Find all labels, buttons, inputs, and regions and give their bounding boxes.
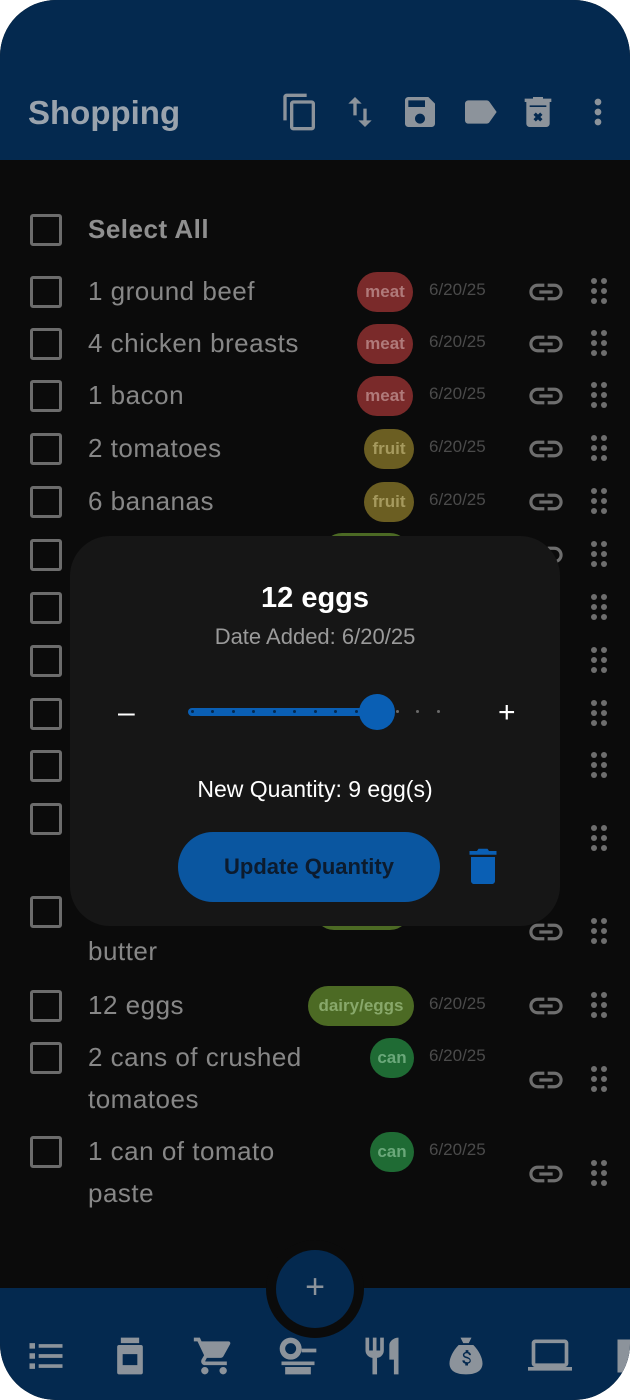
drag-handle-icon[interactable] (588, 328, 610, 358)
item-checkbox[interactable] (30, 276, 62, 308)
delete-list-icon[interactable] (518, 92, 558, 132)
slider-tick (293, 710, 296, 713)
item-text: 6 bananas (88, 486, 214, 516)
slider-tick (190, 710, 194, 713)
item-checkbox[interactable] (30, 698, 62, 730)
date-added: 6/20/25 (429, 280, 486, 299)
date-added: 6/20/25 (429, 1140, 486, 1159)
item-text: 1 can of tomato paste (88, 1136, 275, 1208)
drag-handle-icon[interactable] (588, 823, 610, 853)
link-icon[interactable] (526, 1154, 566, 1194)
item-checkbox[interactable] (30, 486, 62, 518)
drag-handle-icon[interactable] (588, 380, 610, 410)
date-added: 6/20/25 (429, 384, 486, 403)
drag-handle-icon[interactable] (588, 433, 610, 463)
item-text: 2 cans of crushed tomatoes (88, 1042, 302, 1114)
dialog-title: 12 eggs (261, 582, 369, 614)
select-all-label: Select All (88, 214, 210, 244)
item-checkbox[interactable] (30, 1136, 62, 1168)
slider-tick (416, 710, 419, 713)
item-checkbox[interactable] (30, 328, 62, 360)
new-quantity-label: New Quantity: 9 egg(s) (197, 776, 433, 802)
drag-handle-icon[interactable] (588, 276, 610, 306)
link-icon[interactable] (526, 482, 566, 522)
item-checkbox[interactable] (30, 380, 62, 412)
update-quantity-button[interactable]: Update Quantity (178, 832, 440, 902)
kitchen-tools-icon[interactable] (276, 1334, 320, 1378)
slider-tick (211, 710, 214, 713)
link-icon[interactable] (526, 429, 566, 469)
sort-icon[interactable] (340, 92, 380, 132)
item-checkbox[interactable] (30, 896, 62, 928)
drag-handle-icon[interactable] (588, 539, 610, 569)
slider-tick (231, 710, 235, 713)
item-text: 1 ground beef (88, 276, 255, 306)
date-added: 6/20/25 (429, 490, 486, 509)
item-checkbox[interactable] (30, 433, 62, 465)
slider-tick (313, 710, 317, 713)
slider-tick (354, 710, 358, 713)
label-icon[interactable] (460, 92, 500, 132)
add-item-button[interactable]: + (276, 1250, 354, 1328)
computer-icon[interactable] (528, 1334, 572, 1378)
decrement-button[interactable]: – (118, 696, 135, 730)
copy-icon[interactable] (280, 92, 320, 132)
category-tag: fruit (364, 429, 414, 469)
list-icon[interactable] (24, 1334, 68, 1378)
page-title: Shopping (28, 94, 181, 131)
item-checkbox[interactable] (30, 539, 62, 571)
date-added: 6/20/25 (429, 1046, 486, 1065)
app-bar: Shopping (0, 0, 630, 160)
date-added: 6/20/25 (429, 332, 486, 351)
item-checkbox[interactable] (30, 803, 62, 835)
save-icon[interactable] (400, 92, 440, 132)
category-tag: fruit (364, 482, 414, 522)
item-text: butter (88, 936, 158, 966)
item-text: 1 bacon (88, 380, 185, 410)
increment-button[interactable]: + (498, 696, 516, 730)
drag-handle-icon[interactable] (588, 698, 610, 728)
category-tag: meat (357, 324, 413, 364)
link-icon[interactable] (526, 272, 566, 312)
category-tag: dairy/eggs (308, 986, 414, 1026)
select-all-checkbox[interactable] (30, 214, 62, 246)
drag-handle-icon[interactable] (588, 990, 610, 1020)
slider-tick (252, 710, 255, 713)
category-tag: meat (357, 376, 413, 416)
link-icon[interactable] (526, 324, 566, 364)
drag-handle-icon[interactable] (588, 486, 610, 516)
restaurant-icon[interactable] (360, 1334, 404, 1378)
item-text: 4 chicken breasts (88, 328, 299, 358)
delete-item-icon[interactable] (468, 848, 498, 884)
link-icon[interactable] (526, 986, 566, 1026)
category-tag: can (370, 1132, 414, 1172)
item-checkbox[interactable] (30, 1042, 62, 1074)
category-tag: can (370, 1038, 414, 1078)
link-icon[interactable] (526, 376, 566, 416)
money-bag-icon[interactable] (444, 1334, 488, 1378)
drag-handle-icon[interactable] (588, 1158, 610, 1188)
link-icon[interactable] (526, 1060, 566, 1100)
date-added: 6/20/25 (429, 437, 486, 456)
drag-handle-icon[interactable] (588, 916, 610, 946)
cart-icon[interactable] (192, 1334, 236, 1378)
category-tag: meat (357, 272, 413, 312)
item-checkbox[interactable] (30, 990, 62, 1022)
slider-tick (436, 710, 440, 713)
overflow-nav-icon[interactable] (612, 1334, 630, 1378)
quantity-slider-thumb[interactable] (358, 694, 395, 730)
drag-handle-icon[interactable] (588, 1064, 610, 1094)
slider-tick (272, 710, 276, 713)
item-text: 2 tomatoes (88, 433, 222, 463)
quantity-slider-track[interactable] (188, 708, 377, 716)
pantry-jar-icon[interactable] (108, 1334, 152, 1378)
dialog-date-added: Date Added: 6/20/25 (214, 624, 416, 649)
more-vert-icon[interactable] (578, 92, 618, 132)
slider-tick (334, 710, 337, 713)
phone-screen: Shopping Select All 1 ground beef meat 6… (0, 0, 630, 1400)
date-added: 6/20/25 (429, 994, 486, 1013)
slider-tick (395, 710, 399, 713)
